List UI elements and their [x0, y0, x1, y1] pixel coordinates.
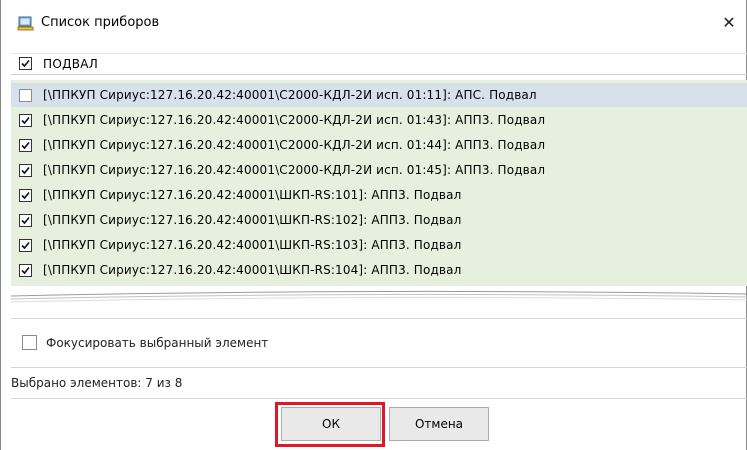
selection-status: Выбрано элементов: 7 из 8	[11, 376, 183, 390]
ok-button-highlight	[275, 402, 385, 447]
dialog-title: Список приборов	[41, 15, 160, 30]
focus-selected-label: Фокусировать выбранный элемент	[46, 336, 269, 350]
list-item[interactable]: [\ППКУП Сириус:127.16.20.42:40001\ШКП-RS…	[11, 183, 747, 207]
title-bar: Список приборов ✕	[1, 0, 746, 46]
list-item-label: [\ППКУП Сириус:127.16.20.42:40001\ШКП-RS…	[43, 238, 462, 252]
list-item[interactable]: [\ППКУП Сириус:127.16.20.42:40001\С2000-…	[11, 133, 747, 157]
list-item[interactable]: [\ППКУП Сириус:127.16.20.42:40001\ШКП-RS…	[11, 208, 747, 232]
list-item[interactable]: [\ППКУП Сириус:127.16.20.42:40001\С2000-…	[11, 108, 747, 132]
list-item-label: [\ППКУП Сириус:127.16.20.42:40001\С2000-…	[43, 163, 546, 177]
list-item-checkbox[interactable]	[19, 164, 32, 177]
device-list-icon	[17, 15, 34, 32]
list-item-checkbox[interactable]	[19, 89, 32, 102]
list-item[interactable]: [\ППКУП Сириус:127.16.20.42:40001\ШКП-RS…	[11, 258, 747, 282]
list-item-checkbox[interactable]	[19, 239, 32, 252]
focus-option-row: Фокусировать выбранный элемент	[11, 323, 747, 363]
list-item-checkbox[interactable]	[19, 214, 32, 227]
list-item-label: [\ППКУП Сириус:127.16.20.42:40001\ШКП-RS…	[43, 188, 462, 202]
list-item-label: [\ППКУП Сириус:127.16.20.42:40001\С2000-…	[43, 138, 546, 152]
filter-input[interactable]: ПОДВАЛ	[43, 56, 98, 72]
list-item-label: [\ППКУП Сириус:127.16.20.42:40001\ШКП-RS…	[43, 213, 462, 227]
device-list: [\ППКУП Сириус:127.16.20.42:40001\С2000-…	[11, 80, 747, 286]
filter-checkbox[interactable]	[19, 57, 32, 70]
list-item[interactable]: [\ППКУП Сириус:127.16.20.42:40001\ШКП-RS…	[11, 233, 747, 257]
list-item-label: [\ППКУП Сириус:127.16.20.42:40001\ШКП-RS…	[43, 263, 462, 277]
list-item-checkbox[interactable]	[19, 264, 32, 277]
close-icon[interactable]: ✕	[714, 8, 744, 38]
list-item-label: [\ППКУП Сириус:127.16.20.42:40001\С2000-…	[43, 88, 537, 102]
separator	[11, 318, 747, 319]
device-list-dialog: Список приборов ✕ ПОДВАЛ [\ППКУП Сириус:…	[0, 0, 747, 450]
separator	[11, 398, 747, 399]
cancel-button[interactable]: Отмена	[389, 407, 489, 441]
list-scroll-edge	[10, 286, 747, 314]
filter-row: ПОДВАЛ	[11, 53, 747, 75]
focus-selected-checkbox[interactable]	[22, 335, 37, 350]
list-item[interactable]: [\ППКУП Сириус:127.16.20.42:40001\С2000-…	[11, 83, 747, 107]
list-item-checkbox[interactable]	[19, 114, 32, 127]
list-item-checkbox[interactable]	[19, 139, 32, 152]
list-item-label: [\ППКУП Сириус:127.16.20.42:40001\С2000-…	[43, 113, 546, 127]
list-item-checkbox[interactable]	[19, 189, 32, 202]
list-item[interactable]: [\ППКУП Сириус:127.16.20.42:40001\С2000-…	[11, 158, 747, 182]
separator	[11, 367, 747, 368]
